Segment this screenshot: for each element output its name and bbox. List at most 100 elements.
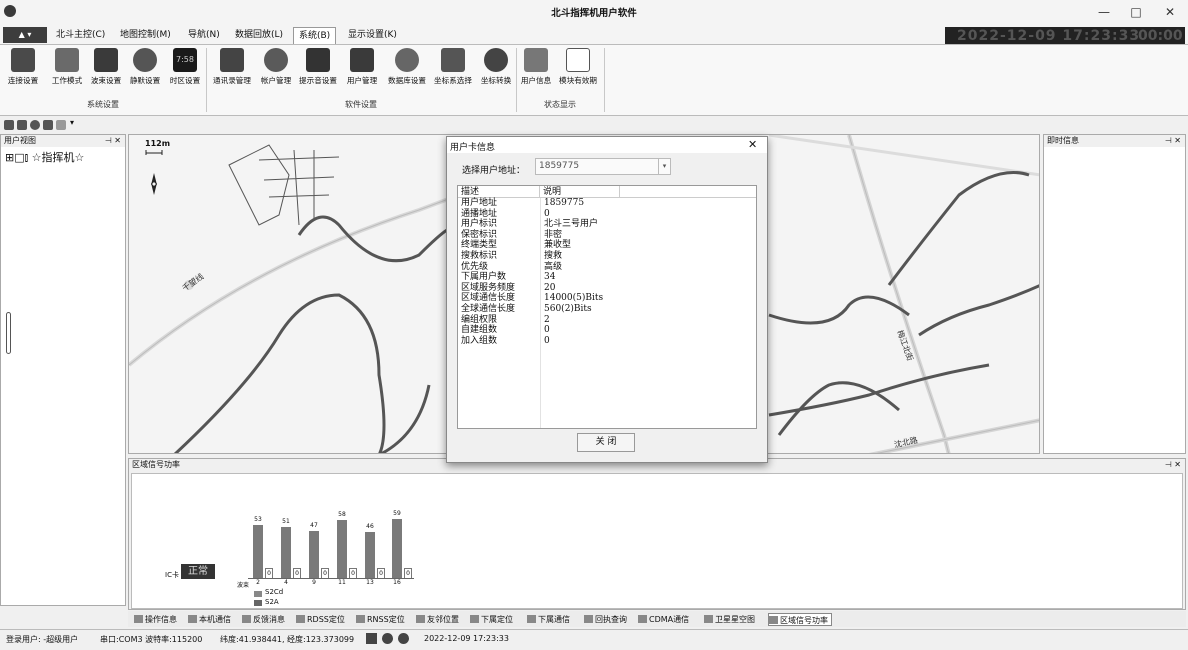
table-row[interactable]: 自建组数 0 — [458, 325, 756, 336]
table-row[interactable]: 搜救标识 搜救 — [458, 251, 756, 262]
bar-value-label: 51 — [282, 518, 290, 525]
table-cell-value: 20 — [544, 282, 556, 293]
maximize-button[interactable]: □ — [1122, 2, 1150, 22]
table-row[interactable]: 加入组数 0 — [458, 336, 756, 347]
status-user: 登录用户: -超级用户 — [6, 635, 79, 644]
table-row[interactable]: 优先级 高级 — [458, 262, 756, 273]
bar-s2a: 0 — [265, 568, 273, 578]
table-row[interactable]: 用户标识 北斗三号用户 — [458, 219, 756, 230]
bar-s2a: 0 — [349, 568, 357, 578]
tab-neighbor-position[interactable]: 友邻位置 — [416, 613, 459, 626]
app-menu-button[interactable]: ▲ ▾ — [3, 27, 47, 43]
map-scale-label: 112m — [145, 139, 171, 148]
legend-swatch-s2a — [254, 600, 262, 606]
tone-settings-button[interactable]: 提示音设置 — [296, 48, 340, 92]
tab-feedback[interactable]: 反馈消息 — [242, 613, 285, 626]
qat-user-icon[interactable] — [43, 120, 53, 130]
legend-label-s2cd: S2Cd — [265, 588, 284, 596]
table-row[interactable]: 下属用户数 34 — [458, 272, 756, 283]
silent-settings-button[interactable]: 静默设置 — [126, 48, 164, 92]
table-cell-value: 兼收型 — [544, 240, 572, 251]
chevron-down-icon: ▾ — [658, 159, 670, 174]
chart-baseline — [248, 578, 414, 579]
database-settings-button[interactable]: 数据库设置 — [383, 48, 431, 92]
beam-tick-label: 4 — [284, 579, 288, 586]
coord-convert-icon — [484, 48, 508, 72]
user-view-header: 用户视图 ⊣ ✕ — [1, 135, 125, 147]
silent-icon — [133, 48, 157, 72]
table-cell-value: 14000(5)Bits — [544, 293, 604, 304]
pane-pin-close-icon[interactable]: ⊣ ✕ — [1165, 459, 1185, 471]
tab-subordinate-comm[interactable]: 下属通信 — [527, 613, 570, 626]
tab-operation-info[interactable]: 操作信息 — [134, 613, 177, 626]
pane-pin-close-icon[interactable]: ⊣ ✕ — [1165, 135, 1185, 147]
user-view-pane: 用户视图 ⊣ ✕ ⊞□⫾ ☆指挥机☆ — [0, 134, 126, 606]
user-manage-button[interactable]: 用户管理 — [343, 48, 381, 92]
qat-satellite-icon[interactable] — [17, 120, 27, 130]
table-row[interactable]: 区域通信长度 14000(5)Bits — [458, 293, 756, 304]
table-cell-value: 2 — [544, 314, 550, 325]
coord-system-icon — [441, 48, 465, 72]
tab-rnss-position[interactable]: RNSS定位 — [356, 613, 405, 626]
bar-s2a: 0 — [377, 568, 385, 578]
menu-display-settings[interactable]: 显示设置(K) — [348, 27, 397, 44]
bar-s2cd — [337, 520, 347, 578]
connect-settings-button[interactable]: 连接设置 — [2, 48, 44, 92]
timezone-settings-button[interactable]: 7:58 时区设置 — [165, 48, 205, 92]
qat-window-icon[interactable] — [56, 120, 66, 130]
beam-settings-button[interactable]: 波束设置 — [87, 48, 125, 92]
tab-cdma-comm[interactable]: CDMA通信 — [638, 613, 689, 626]
menu-map-control[interactable]: 地图控制(M) — [120, 27, 171, 44]
qat-globe-icon[interactable] — [30, 120, 40, 130]
minimize-button[interactable]: — — [1090, 2, 1118, 22]
work-mode-button[interactable]: 工作模式 — [48, 48, 86, 92]
contacts-manage-button[interactable]: 通讯录管理 — [208, 48, 256, 92]
tab-subordinate-position[interactable]: 下属定位 — [470, 613, 513, 626]
qat-customize-icon[interactable]: ▾ — [70, 118, 74, 127]
close-window-button[interactable]: ✕ — [1156, 2, 1184, 22]
menu-beidou-control[interactable]: 北斗主控(C) — [56, 27, 105, 44]
column-divider — [540, 198, 541, 428]
user-info-button[interactable]: 用户信息 — [519, 48, 553, 92]
tab-rdss-position[interactable]: RDSS定位 — [296, 613, 345, 626]
table-cell-value: 非密 — [544, 229, 563, 240]
dialog-close-icon[interactable]: ✕ — [748, 138, 757, 151]
menu-system[interactable]: 系统(B) — [293, 27, 337, 44]
account-manage-button[interactable]: 帐户管理 — [257, 48, 295, 92]
address-label: 选择用户地址： — [462, 166, 526, 176]
menu-data-playback[interactable]: 数据回放(L) — [235, 27, 283, 44]
table-cell-description: 区域服务频度 — [461, 282, 516, 293]
table-row[interactable]: 终端类型 兼收型 — [458, 240, 756, 251]
table-cell-value: 北斗三号用户 — [544, 219, 599, 230]
table-row[interactable]: 保密标识 非密 — [458, 230, 756, 241]
tab-signal-power[interactable]: 区域信号功率 — [768, 613, 832, 626]
menu-navigation[interactable]: 导航(N) — [188, 27, 220, 44]
table-cell-value: 34 — [544, 272, 556, 283]
legend-swatch-s2cd — [254, 591, 262, 597]
dialog-close-button[interactable]: 关 闭 — [577, 433, 635, 452]
table-cell-description: 全球通信长度 — [461, 303, 516, 314]
coord-system-button[interactable]: 坐标系选择 — [431, 48, 475, 92]
table-row[interactable]: 通播地址 0 — [458, 209, 756, 220]
ribbon-divider — [604, 48, 605, 112]
table-row[interactable]: 区域服务频度 20 — [458, 283, 756, 294]
splitter-handle[interactable] — [6, 312, 11, 354]
tree-root-commander[interactable]: ⊞□⫾ ☆指挥机☆ — [1, 147, 125, 167]
pane-pin-close-icon[interactable]: ⊣ ✕ — [105, 135, 125, 147]
table-row[interactable]: 编组权限 2 — [458, 315, 756, 326]
bar-s2cd — [253, 525, 263, 578]
table-row[interactable]: 全球通信长度 560(2)Bits — [458, 304, 756, 315]
user-manage-icon — [350, 48, 374, 72]
address-select[interactable]: 1859775 ▾ — [535, 158, 671, 175]
table-cell-description: 下属用户数 — [461, 272, 507, 283]
table-row[interactable]: 用户地址 1859775 — [458, 198, 756, 209]
table-cell-value: 560(2)Bits — [544, 303, 592, 314]
beam-tick-label: 16 — [393, 579, 401, 586]
tab-receipt-query[interactable]: 回执查询 — [584, 613, 627, 626]
qat-map-icon[interactable] — [4, 120, 14, 130]
module-validity-button[interactable]: 模块有效期 — [555, 48, 601, 92]
tab-satellite-sky[interactable]: 卫星星空图 — [704, 613, 755, 626]
status-screen-icon — [366, 633, 377, 644]
tab-local-comm[interactable]: 本机通信 — [188, 613, 231, 626]
coord-convert-button[interactable]: 坐标转换 — [476, 48, 516, 92]
